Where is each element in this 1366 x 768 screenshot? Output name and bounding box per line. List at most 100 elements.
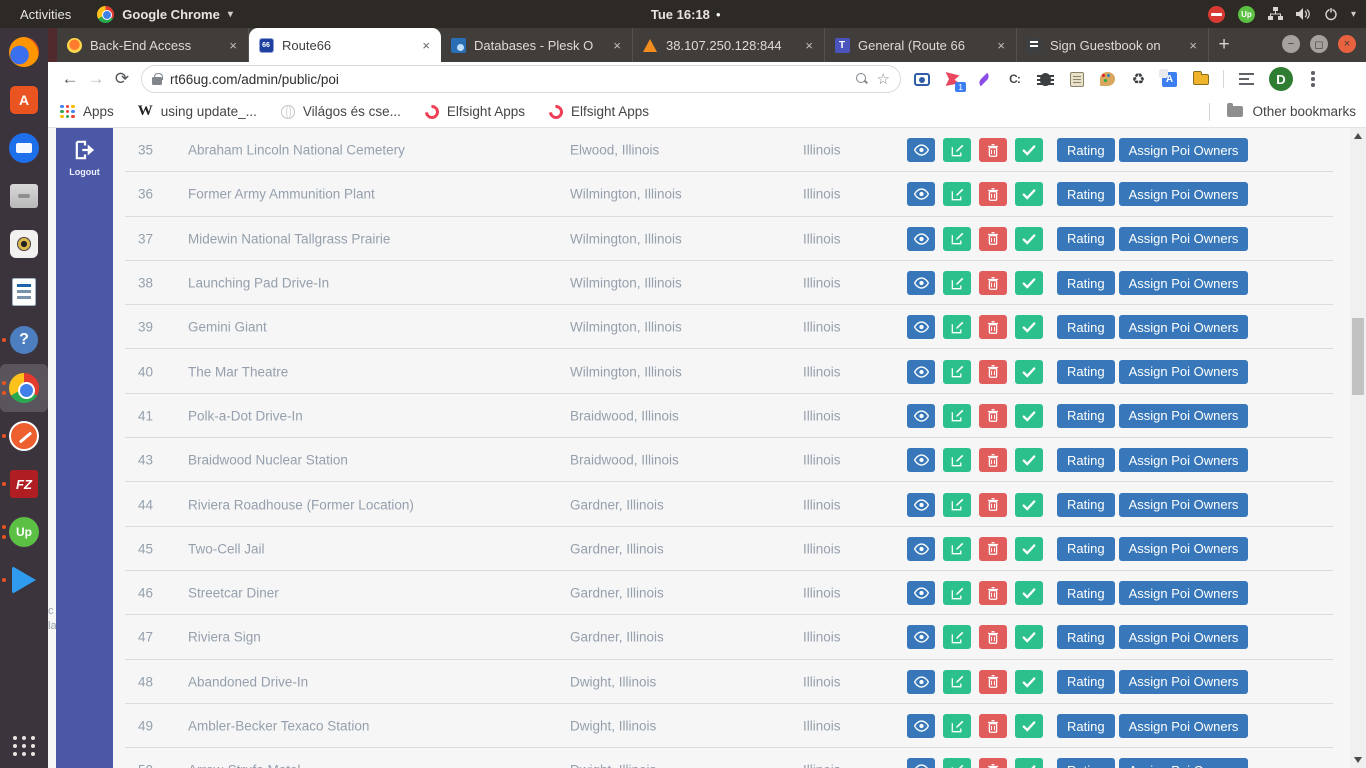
approve-button[interactable] <box>1015 271 1043 295</box>
logout-button[interactable]: Logout <box>69 167 100 177</box>
scrollbar-thumb[interactable] <box>1352 318 1364 395</box>
approve-button[interactable] <box>1015 227 1043 251</box>
rating-button[interactable]: Rating <box>1057 493 1115 517</box>
delete-button[interactable] <box>979 315 1007 339</box>
edit-button[interactable] <box>943 625 971 649</box>
dock-help[interactable]: ? <box>0 316 48 364</box>
translate-extension-icon[interactable]: A <box>1161 71 1178 88</box>
rating-button[interactable]: Rating <box>1057 581 1115 605</box>
do-not-disturb-icon[interactable] <box>1208 6 1225 23</box>
profile-avatar[interactable]: D <box>1269 67 1293 91</box>
approve-button[interactable] <box>1015 670 1043 694</box>
address-bar[interactable]: rt66ug.com/admin/public/poi ☆ <box>141 65 901 93</box>
rating-button[interactable]: Rating <box>1057 227 1115 251</box>
tab-teams-general[interactable]: T General (Route 66 × <box>825 28 1017 62</box>
view-button[interactable] <box>907 315 935 339</box>
approve-button[interactable] <box>1015 404 1043 428</box>
scroll-down-arrow[interactable] <box>1354 757 1362 763</box>
rating-button[interactable]: Rating <box>1057 537 1115 561</box>
delete-button[interactable] <box>979 581 1007 605</box>
playlist-icon[interactable] <box>1238 71 1255 88</box>
assign-poi-owners-button[interactable]: Assign Poi Owners <box>1119 714 1249 738</box>
delete-button[interactable] <box>979 182 1007 206</box>
assign-poi-owners-button[interactable]: Assign Poi Owners <box>1119 182 1249 206</box>
dock-thunderbird[interactable] <box>0 124 48 172</box>
view-button[interactable] <box>907 182 935 206</box>
view-button[interactable] <box>907 670 935 694</box>
bookmark-vilagos[interactable]: Világos és cse... <box>281 104 401 119</box>
dock-vscode[interactable] <box>0 556 48 604</box>
rating-button[interactable]: Rating <box>1057 182 1115 206</box>
feather-extension-icon[interactable] <box>975 71 992 88</box>
rating-button[interactable]: Rating <box>1057 714 1115 738</box>
edit-button[interactable] <box>943 404 971 428</box>
tab-databases-plesk[interactable]: Databases - Plesk O × <box>441 28 633 62</box>
window-resizer-extension-icon[interactable] <box>1192 71 1209 88</box>
volume-icon[interactable] <box>1296 7 1311 21</box>
clock[interactable]: Tue 16:18 ● <box>651 7 721 22</box>
assign-poi-owners-button[interactable]: Assign Poi Owners <box>1119 537 1249 561</box>
approve-button[interactable] <box>1015 448 1043 472</box>
approve-button[interactable] <box>1015 537 1043 561</box>
close-tab-icon[interactable]: × <box>227 38 239 53</box>
edit-button[interactable] <box>943 758 971 768</box>
view-button[interactable] <box>907 581 935 605</box>
close-window-button[interactable]: × <box>1338 35 1356 53</box>
dock-google-chrome[interactable] <box>0 364 48 412</box>
forward-button[interactable]: → <box>83 66 109 92</box>
rating-button[interactable]: Rating <box>1057 138 1115 162</box>
view-button[interactable] <box>907 404 935 428</box>
rating-button[interactable]: Rating <box>1057 625 1115 649</box>
assign-poi-owners-button[interactable]: Assign Poi Owners <box>1119 404 1249 428</box>
rating-button[interactable]: Rating <box>1057 404 1115 428</box>
dock-filezilla[interactable]: FZ <box>0 460 48 508</box>
colorzilla-extension-icon[interactable]: C: <box>1006 71 1023 88</box>
upwork-tray-icon[interactable]: Up <box>1238 6 1255 23</box>
delete-button[interactable] <box>979 138 1007 162</box>
network-icon[interactable] <box>1268 7 1283 21</box>
lock-icon[interactable] <box>152 77 162 85</box>
view-button[interactable] <box>907 360 935 384</box>
close-tab-icon[interactable]: × <box>995 38 1007 53</box>
delete-button[interactable] <box>979 448 1007 472</box>
edit-button[interactable] <box>943 360 971 384</box>
approve-button[interactable] <box>1015 758 1043 768</box>
notes-extension-icon[interactable] <box>1068 71 1085 88</box>
approve-button[interactable] <box>1015 625 1043 649</box>
edit-button[interactable] <box>943 537 971 561</box>
assign-poi-owners-button[interactable]: Assign Poi Owners <box>1119 271 1249 295</box>
url-text[interactable]: rt66ug.com/admin/public/poi <box>170 72 847 87</box>
bookmark-using-update[interactable]: W using update_... <box>138 103 257 120</box>
apps-shortcut[interactable]: Apps <box>60 104 114 119</box>
tab-sign-guestbook[interactable]: Sign Guestbook on × <box>1017 28 1209 62</box>
delete-button[interactable] <box>979 271 1007 295</box>
assign-poi-owners-button[interactable]: Assign Poi Owners <box>1119 670 1249 694</box>
assign-poi-owners-button[interactable]: Assign Poi Owners <box>1119 227 1249 251</box>
palette-extension-icon[interactable] <box>1099 71 1116 88</box>
edit-button[interactable] <box>943 581 971 605</box>
edit-button[interactable] <box>943 493 971 517</box>
tab-route66[interactable]: 66 Route66 × <box>249 28 441 62</box>
delete-button[interactable] <box>979 537 1007 561</box>
approve-button[interactable] <box>1015 581 1043 605</box>
other-bookmarks-button[interactable]: Other bookmarks <box>1209 103 1356 121</box>
delete-button[interactable] <box>979 227 1007 251</box>
screen-capture-extension-icon[interactable] <box>913 71 930 88</box>
bookmark-star-icon[interactable]: ☆ <box>877 70 890 88</box>
new-tab-button[interactable]: + <box>1209 28 1239 62</box>
assign-poi-owners-button[interactable]: Assign Poi Owners <box>1119 138 1249 162</box>
edit-button[interactable] <box>943 448 971 472</box>
page-scrollbar[interactable] <box>1350 128 1366 768</box>
delete-button[interactable] <box>979 360 1007 384</box>
approve-button[interactable] <box>1015 714 1043 738</box>
edit-button[interactable] <box>943 670 971 694</box>
assign-poi-owners-button[interactable]: Assign Poi Owners <box>1119 581 1249 605</box>
approve-button[interactable] <box>1015 182 1043 206</box>
assign-poi-owners-button[interactable]: Assign Poi Owners <box>1119 625 1249 649</box>
close-tab-icon[interactable]: × <box>611 38 623 53</box>
dock-firefox[interactable] <box>0 28 48 76</box>
approve-button[interactable] <box>1015 493 1043 517</box>
pink-extension-icon[interactable]: 1 <box>944 71 961 88</box>
rating-button[interactable]: Rating <box>1057 758 1115 768</box>
edit-button[interactable] <box>943 714 971 738</box>
